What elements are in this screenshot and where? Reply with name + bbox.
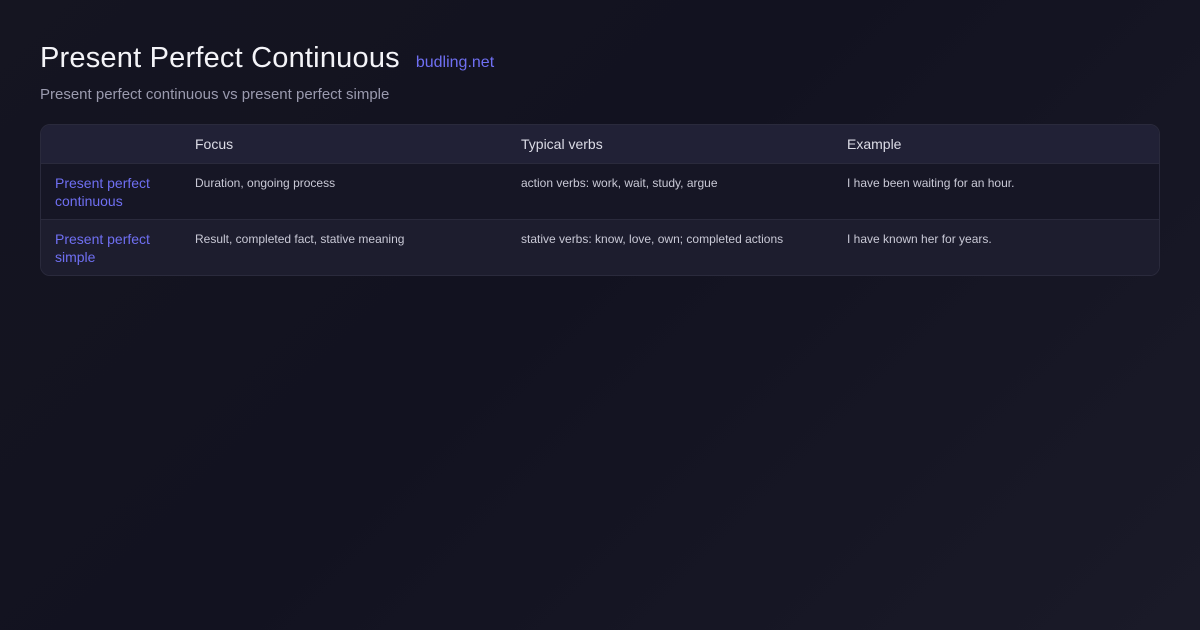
page-subtitle: Present perfect continuous vs present pe…: [40, 86, 390, 103]
row-label: Present perfect continuous: [55, 175, 150, 209]
table-row: Present perfect simple Result, completed…: [41, 219, 1159, 275]
verbs-cell: stative verbs: know, love, own; complete…: [521, 232, 784, 246]
column-header-blank: [41, 125, 181, 164]
comparison-table-card: Focus Typical verbs Example Present perf…: [40, 124, 1160, 276]
comparison-table: Focus Typical verbs Example Present perf…: [41, 125, 1159, 275]
page-title: Present Perfect Continuous: [40, 42, 400, 74]
title-row: Present Perfect Continuous budling.net: [40, 40, 1160, 80]
table-header-row: Focus Typical verbs Example: [41, 125, 1159, 164]
column-header-example: Example: [833, 125, 1159, 164]
column-header-typical-verbs: Typical verbs: [507, 125, 833, 164]
brand-link[interactable]: budling.net: [416, 53, 494, 73]
column-header-focus: Focus: [181, 125, 507, 164]
row-label: Present perfect simple: [55, 231, 150, 265]
focus-cell: Result, completed fact, stative meaning: [195, 232, 405, 246]
focus-cell: Duration, ongoing process: [195, 176, 336, 190]
verbs-cell: action verbs: work, wait, study, argue: [521, 176, 718, 190]
example-cell: I have known her for years.: [847, 232, 992, 246]
table-row: Present perfect continuous Duration, ong…: [41, 163, 1159, 220]
page-header: Present Perfect Continuous budling.net P…: [40, 40, 1160, 105]
example-cell: I have been waiting for an hour.: [847, 176, 1015, 190]
